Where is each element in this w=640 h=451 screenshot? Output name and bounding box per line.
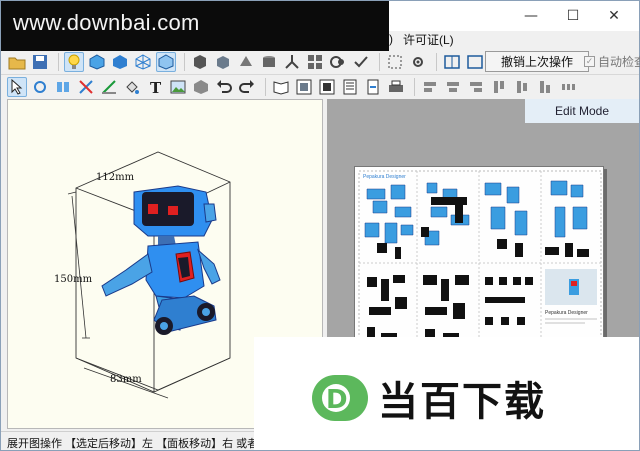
printer-icon[interactable] — [386, 77, 406, 97]
dimension-depth-label: 83mm — [110, 374, 142, 385]
maximize-button[interactable]: ☐ — [558, 5, 588, 27]
brand-logo-icon: D — [312, 375, 368, 421]
axis-icon[interactable] — [282, 52, 302, 72]
align-top-icon[interactable] — [489, 77, 509, 97]
3d-part-icon[interactable] — [191, 77, 211, 97]
pattern-sheet[interactable]: Pepakura Designer Pepakura Designer — [354, 166, 604, 366]
auto-check-checkbox[interactable]: ✓ — [584, 56, 595, 67]
dimension-width-label: 112mm — [96, 172, 135, 183]
solid-cube-icon[interactable] — [110, 52, 130, 72]
save-icon[interactable] — [30, 52, 50, 72]
undo-icon[interactable] — [214, 77, 234, 97]
fold-line-icon[interactable] — [99, 77, 119, 97]
texture-cube-icon[interactable] — [87, 52, 107, 72]
edge-cube-icon[interactable] — [156, 52, 176, 72]
join-icon[interactable] — [328, 52, 348, 72]
book-view-icon[interactable] — [271, 77, 291, 97]
minimize-button[interactable]: — — [516, 5, 546, 27]
check-icon[interactable] — [351, 52, 371, 72]
unfold-icon[interactable] — [190, 52, 210, 72]
toolbar-separator — [265, 77, 266, 96]
align-right-icon[interactable] — [466, 77, 486, 97]
flap-icon[interactable] — [236, 52, 256, 72]
connect-edges-icon[interactable] — [53, 77, 73, 97]
align-left-icon[interactable] — [420, 77, 440, 97]
pointer-select-icon[interactable] — [7, 76, 27, 97]
light-bulb-icon[interactable] — [64, 52, 84, 72]
menu-item-partial[interactable]: ) — [389, 32, 393, 46]
toolbar-edit: T — [1, 74, 639, 98]
toolbar-separator — [436, 53, 437, 71]
close-button[interactable]: ✕ — [599, 5, 629, 27]
paint-bucket-icon[interactable] — [122, 77, 142, 97]
align-center-icon[interactable] — [443, 77, 463, 97]
print-preview-icon[interactable] — [340, 77, 360, 97]
edit-mode-label: Edit Mode — [525, 99, 639, 123]
auto-check-label: 自动检查 — [598, 55, 640, 69]
cube-gray-icon[interactable] — [213, 52, 233, 72]
image-tool-icon[interactable] — [168, 77, 188, 97]
wireframe-cube-icon[interactable] — [133, 52, 153, 72]
rotate-part-icon[interactable] — [30, 77, 50, 97]
export-page-icon[interactable] — [363, 77, 383, 97]
sheet-caption: Pepakura Designer — [545, 310, 588, 316]
select-region-icon[interactable] — [385, 52, 405, 72]
menu-bar: ) 许可证(L) — [389, 29, 464, 49]
app-window: — ☐ ✕ www.downbai.com ) 许可证(L) 撤销上次操作 ✓ … — [0, 0, 640, 451]
text-tool-icon[interactable]: T — [145, 77, 165, 97]
fit-page-icon[interactable] — [317, 77, 337, 97]
dimension-height-label: 150mm — [54, 274, 93, 285]
auto-check-toggle[interactable]: ✓ 自动检查 — [584, 53, 640, 70]
toolbar-separator — [379, 53, 380, 71]
open-folder-icon[interactable] — [7, 52, 27, 72]
toolbar-separator — [414, 77, 415, 96]
toolbar-separator — [184, 53, 185, 71]
svg-text:T: T — [150, 79, 162, 95]
toolbar-separator — [58, 53, 59, 71]
redo-icon[interactable] — [237, 77, 257, 97]
grid-parts-icon[interactable] — [305, 52, 325, 72]
align-bottom-icon[interactable] — [535, 77, 555, 97]
sheet-title: Pepakura Designer — [363, 174, 406, 180]
watermark-text: www.downbai.com — [1, 1, 389, 51]
settings-region-icon[interactable] — [408, 52, 428, 72]
layout-split-icon[interactable] — [465, 52, 485, 72]
menu-item-license[interactable]: 许可证(L) — [403, 31, 454, 48]
align-middle-icon[interactable] — [512, 77, 532, 97]
robot-model[interactable] — [101, 185, 221, 335]
disconnect-icon[interactable] — [76, 77, 96, 97]
brand-name: 当百下载 — [378, 379, 546, 425]
undo-last-button[interactable]: 撤销上次操作 — [485, 51, 589, 72]
distribute-icon[interactable] — [558, 77, 578, 97]
cylinder-icon[interactable] — [259, 52, 279, 72]
brand-logo-letter: D — [326, 385, 348, 415]
brand-overlay: D 当百下载 — [254, 337, 639, 450]
arrange-parts-icon[interactable] — [294, 77, 314, 97]
layout-single-icon[interactable] — [442, 52, 462, 72]
